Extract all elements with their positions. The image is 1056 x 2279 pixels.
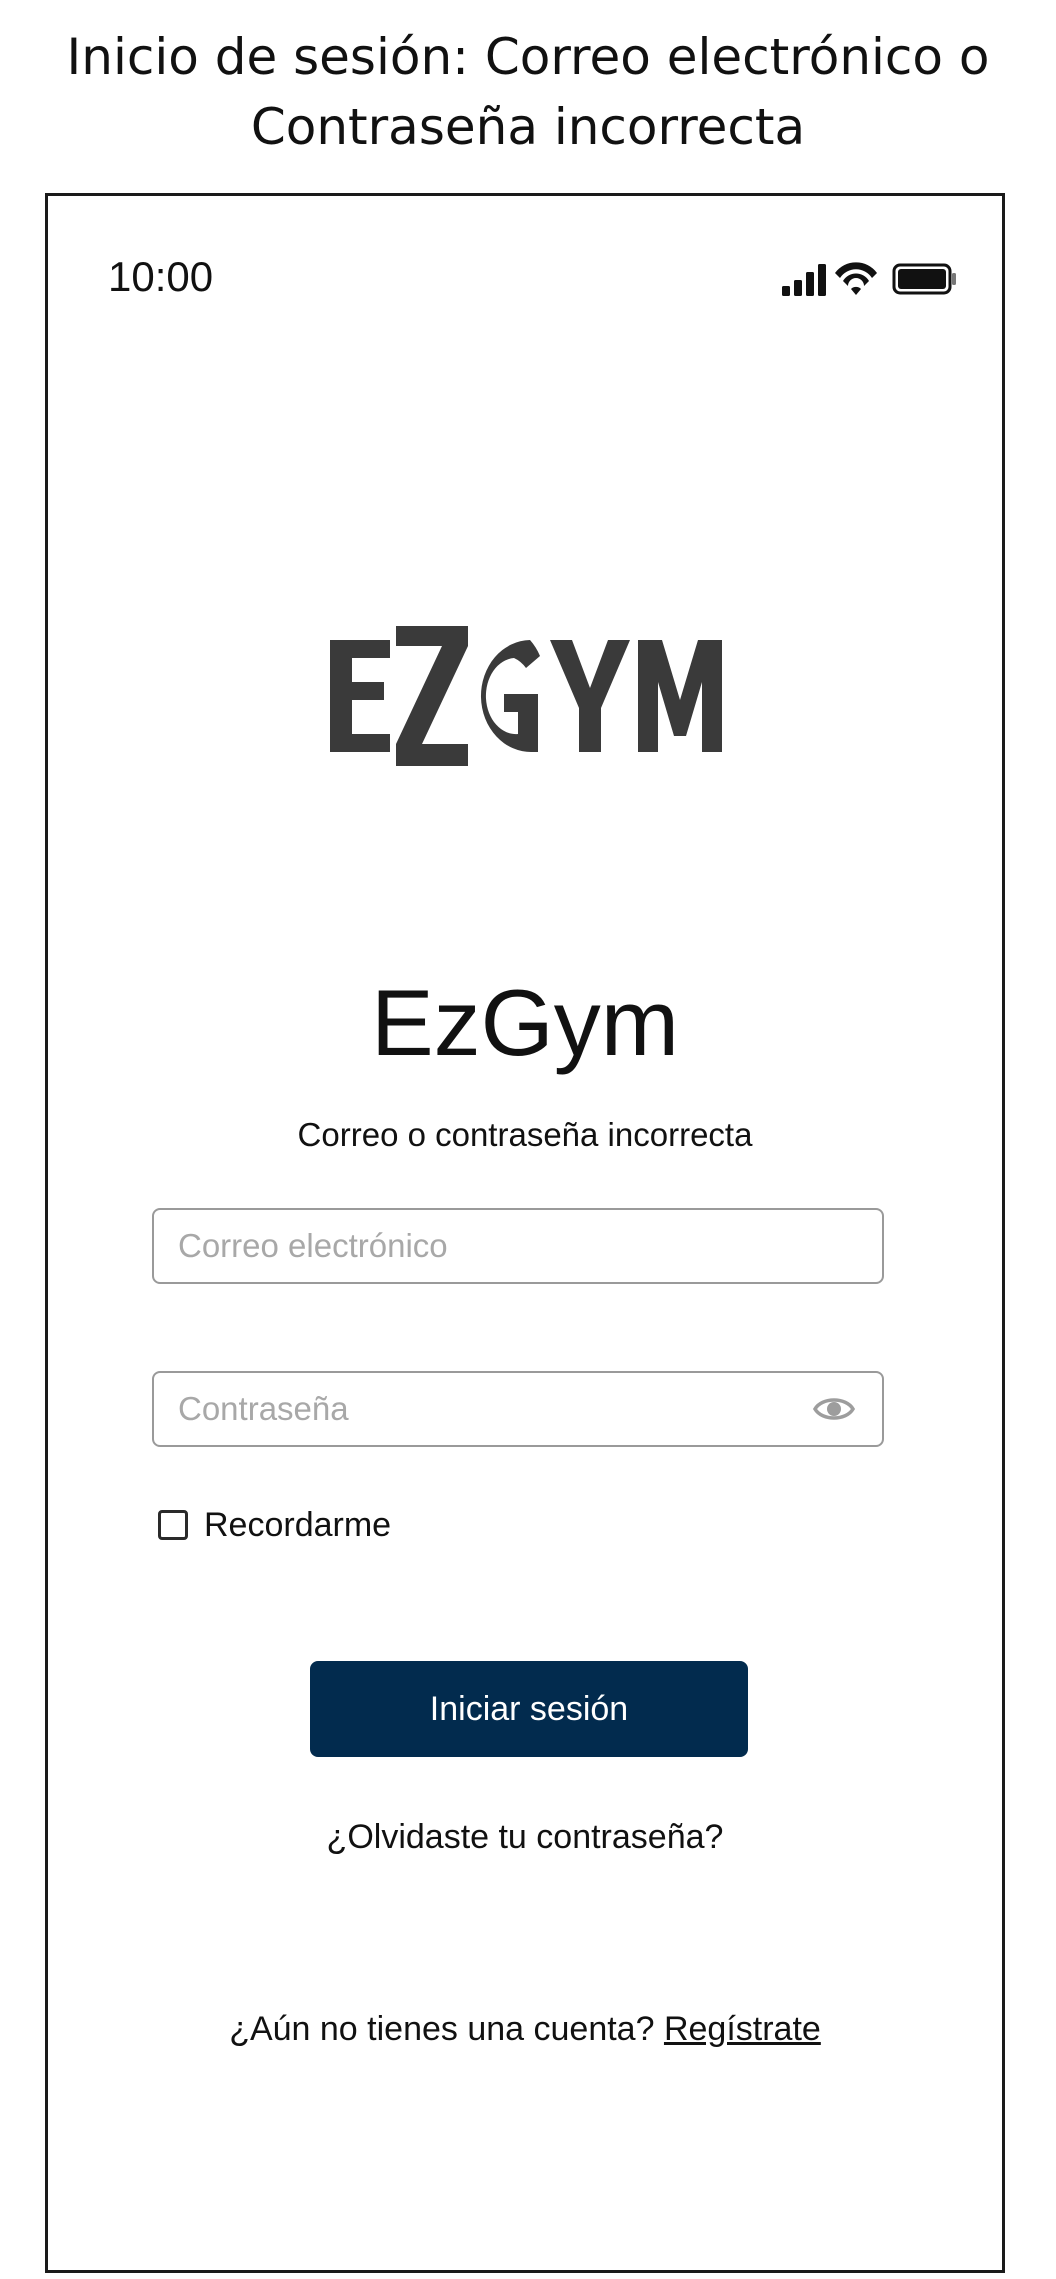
password-field-wrapper [152,1371,884,1447]
no-account-text: ¿Aún no tienes una cuenta? [229,2010,664,2048]
login-button[interactable]: Iniciar sesión [310,1661,748,1757]
ezgym-logo [318,616,738,776]
app-name: EzGym [370,970,680,1075]
signal-icon [782,264,826,296]
screen-title-line-1: Inicio de sesión: Correo electrónico o [66,28,990,86]
remember-me-checkbox[interactable] [158,1510,188,1540]
status-time: 10:00 [108,253,214,300]
eye-icon[interactable] [812,1391,856,1427]
password-field[interactable] [152,1371,884,1447]
error-message: Correo o contraseña incorrecta [297,1116,753,1153]
status-icons [754,256,964,302]
remember-me-label: Recordarme [204,1506,392,1544]
forgot-password-link[interactable]: ¿Olvidaste tu contraseña? [48,1815,1002,1859]
screen-title: Inicio de sesión: Correo electrónico o C… [0,22,1056,162]
signup-prompt: ¿Aún no tienes una cuenta? Regístrate [48,2007,1002,2051]
register-link[interactable]: Regístrate [664,2010,821,2048]
remember-me-toggle[interactable]: Recordarme [158,1503,391,1547]
wifi-icon [835,262,877,295]
screen-title-line-2: Contraseña incorrecta [250,98,806,156]
email-field[interactable] [152,1208,884,1284]
phone-frame: 10:00 EzGym Correo o contraseña incorrec… [45,193,1005,2273]
battery-icon [892,263,956,295]
